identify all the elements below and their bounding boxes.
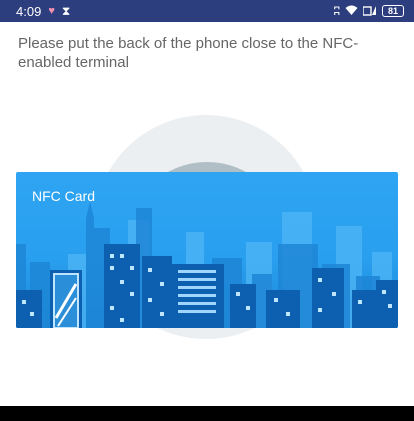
- bottom-navigation-bar: [0, 406, 414, 421]
- status-bar: 4:09 ♥ ⧗ ʭ 81: [0, 0, 414, 22]
- heart-icon: ♥: [48, 5, 55, 17]
- signal-icon: [362, 4, 377, 19]
- nfc-card: NFC Card: [16, 172, 398, 328]
- hourglass-icon: ⧗: [61, 3, 71, 18]
- card-label: NFC Card: [32, 188, 96, 204]
- wifi-icon: [345, 4, 358, 19]
- battery-icon: 81: [382, 5, 404, 17]
- status-left: 4:09 ♥ ⧗: [16, 4, 70, 19]
- bluetooth-icon: ʭ: [333, 4, 340, 18]
- status-right: ʭ 81: [334, 4, 404, 19]
- status-time: 4:09: [16, 3, 42, 19]
- nfc-instruction-text: Please put the back of the phone close t…: [18, 35, 359, 71]
